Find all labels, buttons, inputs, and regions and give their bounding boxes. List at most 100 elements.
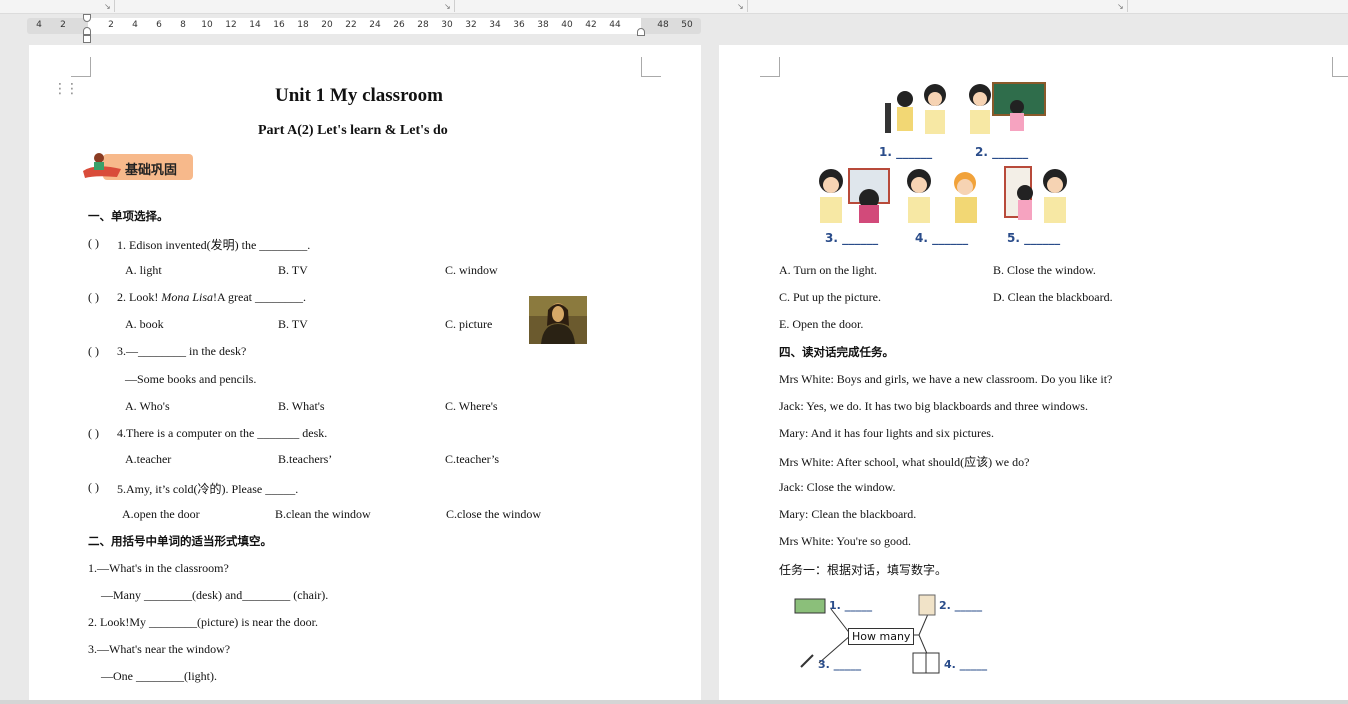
mind-map-node-4: 4. _____ (944, 658, 988, 671)
scene-light-and-blackboard (885, 82, 1046, 134)
question-5: 5.Amy, it’s cold(冷的). Please _____. (117, 482, 299, 496)
page-right[interactable]: 1. ______ 2. ______ 3. ______ 4. ______ … (719, 45, 1348, 704)
drag-handle-icon[interactable]: ⋮⋮ (53, 82, 79, 96)
ruler-tick: 16 (273, 20, 285, 30)
picture-label-2: 2. ______ (975, 145, 1029, 159)
picture-label-1: 1. ______ (879, 145, 933, 159)
option-b: B. Close the window. (993, 263, 1096, 277)
mona-lisa-picture (529, 296, 587, 344)
ruler-tick: 40 (561, 20, 573, 30)
dialogue-line-1: Mrs White: Boys and girls, we have a new… (779, 372, 1113, 386)
scene-picture-window-door (819, 166, 1067, 223)
option-a: A. Turn on the light. (779, 263, 878, 277)
section-banner: 基础巩固 (81, 151, 193, 181)
ruler-tick: 42 (585, 20, 597, 30)
crop-mark (760, 57, 780, 77)
page-subtitle: Part A(2) Let's learn & Let's do (258, 123, 448, 138)
dialog-launcher-icon[interactable]: ↘ (1117, 2, 1124, 11)
picture-label-4: 4. ______ (915, 231, 969, 245)
dialog-launcher-icon[interactable]: ↘ (444, 2, 451, 11)
dialogue-line-2: Jack: Yes, we do. It has two big blackbo… (779, 399, 1088, 413)
answer-bracket[interactable]: ( ) (88, 344, 99, 359)
ruler-tick: 32 (465, 20, 477, 30)
dialogue-line-5: Jack: Close the window. (779, 480, 896, 494)
option-e: E. Open the door. (779, 317, 864, 331)
answer-bracket[interactable]: ( ) (88, 290, 99, 305)
picture-label-3: 3. ______ (825, 231, 879, 245)
ruler-tick: 22 (345, 20, 357, 30)
crop-mark (641, 57, 661, 77)
ruler-tick: 28 (417, 20, 429, 30)
q4-option-c: C.teacher’s (445, 452, 500, 466)
ruler-tick: 2 (60, 20, 66, 30)
right-indent-marker[interactable] (637, 28, 645, 36)
answer-bracket[interactable]: ( ) (88, 426, 99, 441)
option-c: C. Put up the picture. (779, 290, 881, 304)
toolbar-strip: ↘ ↘ ↘ ↘ (0, 0, 1348, 14)
ruler-tick: 48 (657, 20, 669, 30)
q5-option-a: A.open the door (122, 507, 200, 521)
ruler-tick: 24 (369, 20, 381, 30)
fill-line-2: —Many ________(desk) and________ (chair)… (101, 588, 329, 602)
answer-bracket[interactable]: ( ) (88, 236, 99, 251)
q2-text-post: !A great ________. (213, 290, 306, 304)
horizontal-ruler[interactable]: 4 2 2 4 6 8 10 12 14 16 18 20 22 24 26 2… (27, 14, 701, 43)
left-indent-marker[interactable] (83, 27, 91, 35)
task-1-instruction: 任务一：根据对话，填写数字。 (779, 563, 948, 577)
mind-map-center: How many (848, 628, 915, 645)
toolbar-section (115, 0, 455, 12)
toolbar-section (455, 0, 748, 12)
section-4-heading: 四、读对话完成任务。 (779, 345, 894, 359)
horizontal-scrollbar[interactable] (0, 700, 1348, 704)
q4-option-b: B.teachers’ (278, 452, 333, 466)
toolbar-section (748, 0, 1128, 12)
fill-line-3: 2. Look!My ________(picture) is near the… (88, 615, 318, 629)
dialogue-line-6: Mary: Clean the blackboard. (779, 507, 917, 521)
q1-option-a: A. light (125, 263, 162, 277)
ruler-tick: 20 (321, 20, 333, 30)
section-1-heading: 一、单项选择。 (88, 209, 169, 223)
mind-map-node-1: 1. _____ (829, 599, 873, 612)
ruler-tick: 30 (441, 20, 453, 30)
dialog-launcher-icon[interactable]: ↘ (737, 2, 744, 11)
ruler-tick: 8 (180, 20, 186, 30)
toolbar-section (0, 0, 115, 12)
q1-option-c: C. window (445, 263, 498, 277)
ruler-tick: 18 (297, 20, 309, 30)
q5-option-b: B.clean the window (275, 507, 371, 521)
ruler-tick: 26 (393, 20, 405, 30)
section-2-heading: 二、用括号中单词的适当形式填空。 (88, 534, 272, 548)
banner-label: 基础巩固 (125, 163, 178, 178)
question-1: 1. Edison invented(发明) the ________. (117, 238, 311, 252)
crop-mark (71, 57, 91, 77)
crop-mark (1332, 57, 1348, 77)
option-d: D. Clean the blackboard. (993, 290, 1113, 304)
ruler-tick: 12 (225, 20, 237, 30)
first-line-indent-marker[interactable] (83, 14, 91, 22)
ruler-tick: 2 (108, 20, 114, 30)
ruler-tick: 4 (36, 20, 42, 30)
ruler-tick: 14 (249, 20, 261, 30)
q5-option-c: C.close the window (446, 507, 541, 521)
ruler-tick: 34 (489, 20, 501, 30)
q4-option-a: A.teacher (125, 452, 172, 466)
ruler-tick: 44 (609, 20, 621, 30)
page-left[interactable]: ⋮⋮ Unit 1 My classroom Part A(2) Let's l… (29, 45, 701, 704)
left-indent-box-marker[interactable] (83, 35, 91, 43)
ruler-tick: 10 (201, 20, 213, 30)
dialogue-line-4: Mrs White: After school, what should(应该)… (779, 455, 1030, 469)
q2-option-a: A. book (125, 317, 164, 331)
dialogue-line-3: Mary: And it has four lights and six pic… (779, 426, 994, 440)
q3-option-b: B. What's (278, 399, 325, 413)
mind-map-node-2: 2. _____ (939, 599, 983, 612)
ruler-tick: 36 (513, 20, 525, 30)
ruler-tick: 4 (132, 20, 138, 30)
ruler-tick: 50 (681, 20, 693, 30)
question-4: 4.There is a computer on the _______ des… (117, 426, 328, 440)
q1-option-b: B. TV (278, 263, 308, 277)
question-2: 2. Look! Mona Lisa!A great ________. (117, 290, 306, 305)
q3-option-c: C. Where's (445, 399, 498, 413)
answer-bracket[interactable]: ( ) (88, 480, 99, 495)
ruler-tick: 6 (156, 20, 162, 30)
dialog-launcher-icon[interactable]: ↘ (104, 2, 111, 11)
